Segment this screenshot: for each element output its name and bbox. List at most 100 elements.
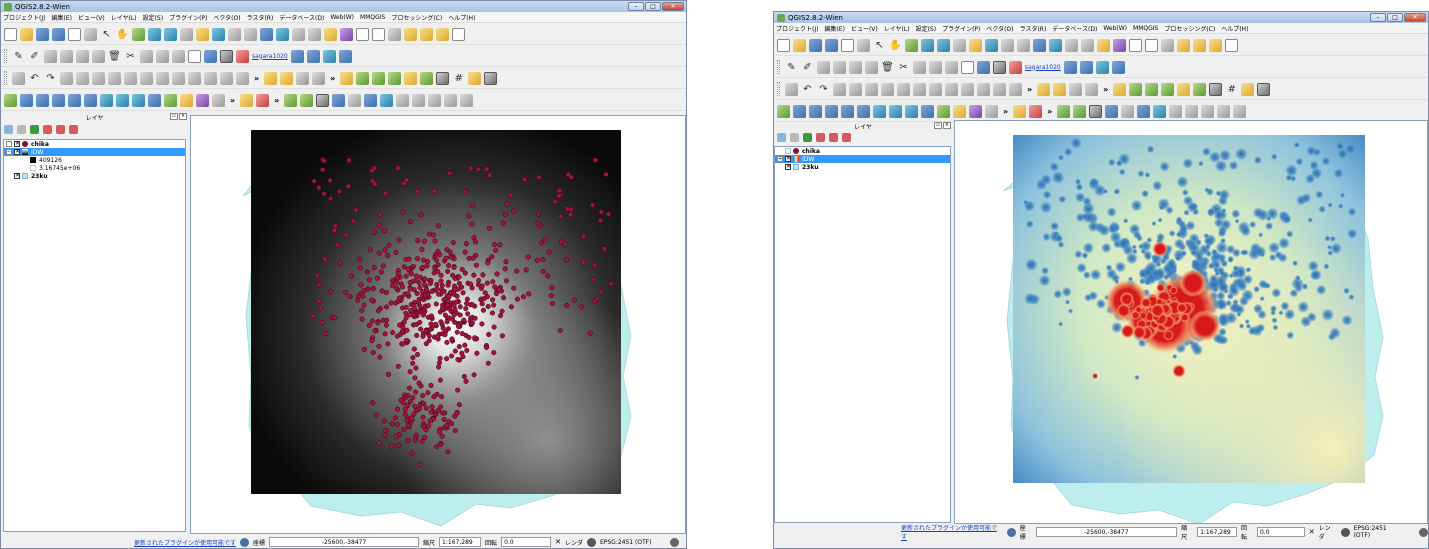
menu-edit[interactable]: 編集(E): [51, 13, 71, 22]
collapse-all-icon[interactable]: [56, 125, 65, 134]
processing-model-icon[interactable]: [1073, 104, 1087, 118]
menu-plugins[interactable]: プラグイン(P): [169, 13, 207, 22]
menu-raster[interactable]: ラスタ(R): [247, 13, 274, 22]
minimize-button[interactable]: –: [628, 2, 644, 11]
sagara-plugin-link[interactable]: sagara1020: [252, 53, 288, 60]
expand-all-icon[interactable]: [816, 133, 825, 142]
graph-icon[interactable]: [340, 71, 354, 85]
save-edits-icon[interactable]: [817, 60, 830, 74]
pan-icon[interactable]: ✋: [116, 28, 129, 41]
crs-globe-icon[interactable]: [586, 537, 596, 547]
grid-icon[interactable]: #: [452, 72, 465, 85]
pan-to-selection-icon[interactable]: ↖: [100, 28, 113, 41]
pin-label-icon[interactable]: [280, 71, 294, 85]
minimize-button[interactable]: –: [1370, 13, 1386, 22]
plugin-update-link[interactable]: 更新されたプラグインが使用可能です: [134, 538, 236, 547]
add-wms-icon[interactable]: [873, 104, 886, 118]
processing-toolbox-icon[interactable]: [1057, 104, 1071, 118]
expression-icon[interactable]: [1113, 38, 1126, 52]
menu-project[interactable]: プロジェクト(J): [3, 13, 45, 22]
pin-icon[interactable]: [1241, 82, 1255, 96]
history-icon[interactable]: [316, 93, 330, 107]
save-edits-icon[interactable]: [44, 49, 57, 63]
grid-icon[interactable]: #: [1225, 83, 1238, 96]
pin-label-icon[interactable]: [1053, 82, 1067, 96]
rotate-symbol-icon[interactable]: [236, 71, 249, 85]
layer-checkbox[interactable]: ✕: [785, 164, 791, 170]
raster-clip-icon[interactable]: [444, 93, 458, 107]
collapse-all-icon[interactable]: [829, 133, 838, 142]
plugin-manager-icon[interactable]: [1029, 104, 1043, 118]
zoom-next-icon[interactable]: [1017, 38, 1030, 52]
plugin-a-icon[interactable]: [204, 49, 217, 63]
expand-toggle[interactable]: [6, 141, 12, 147]
menu-vector[interactable]: ベクタ(O): [213, 13, 240, 22]
coord-field[interactable]: -25600,-38477: [1035, 527, 1178, 537]
composer-manager-icon[interactable]: [84, 27, 97, 41]
graph-2-icon[interactable]: [356, 71, 370, 85]
upload-icon[interactable]: [1079, 60, 1093, 74]
add-raster-icon[interactable]: [793, 104, 806, 118]
toolbar-overflow-icon[interactable]: »: [1003, 107, 1008, 116]
menu-view[interactable]: ビュー(V): [851, 24, 878, 33]
plugin-update-icon[interactable]: [1006, 527, 1016, 537]
label-tool-icon[interactable]: [264, 71, 278, 85]
undo-icon[interactable]: ↶: [801, 83, 814, 96]
edit-pencil-icon[interactable]: ✎: [12, 50, 25, 63]
expression-icon[interactable]: [340, 27, 353, 41]
scale-combo[interactable]: 1:167,289: [439, 537, 482, 547]
add-oracle-icon[interactable]: [857, 104, 870, 118]
pin-icon[interactable]: [468, 71, 482, 85]
options-icon[interactable]: [1121, 104, 1135, 118]
zoom-full-icon[interactable]: [180, 27, 193, 41]
toolbar-overflow-icon[interactable]: »: [274, 96, 279, 105]
sync-icon[interactable]: [1095, 60, 1109, 74]
undo-icon[interactable]: ↶: [28, 72, 41, 85]
sagara-plugin-link[interactable]: sagara1020: [1025, 64, 1061, 71]
maximize-button[interactable]: □: [645, 2, 661, 11]
show-label-icon[interactable]: [1069, 82, 1083, 96]
raster-info-icon[interactable]: [1185, 104, 1199, 118]
processing-toolbox-icon[interactable]: [284, 93, 298, 107]
attribute-table-icon[interactable]: [356, 27, 369, 41]
messages-icon[interactable]: [1419, 527, 1428, 537]
menu-edit[interactable]: 編集(E): [824, 24, 844, 33]
remove-layer-icon[interactable]: [69, 125, 78, 134]
float-panel-button[interactable]: ▫: [170, 113, 178, 120]
save-as-icon[interactable]: [825, 38, 838, 52]
chart-2-icon[interactable]: [388, 71, 402, 85]
move-label-icon[interactable]: [1085, 82, 1099, 96]
toolbar-grip[interactable]: [777, 60, 780, 74]
messages-icon[interactable]: [669, 537, 679, 547]
redo-icon[interactable]: ↷: [44, 72, 57, 85]
identify-icon[interactable]: [276, 27, 289, 41]
add-vector-icon[interactable]: [4, 93, 17, 107]
field-calc-icon[interactable]: [1097, 38, 1110, 52]
print-composer-icon[interactable]: [841, 38, 854, 52]
menu-project[interactable]: プロジェクト(J): [776, 24, 818, 33]
close-button[interactable]: ✕: [662, 2, 684, 11]
refresh-icon[interactable]: [1033, 38, 1046, 52]
zoom-out-icon[interactable]: [164, 27, 177, 41]
expand-toggle[interactable]: [777, 164, 783, 170]
raster-info-icon[interactable]: [412, 93, 426, 107]
menu-web[interactable]: Web(W): [1103, 25, 1127, 32]
zoom-next-icon[interactable]: [244, 27, 257, 41]
raster-merge-icon[interactable]: [1201, 104, 1215, 118]
new-layer-icon[interactable]: [164, 93, 177, 107]
measure-icon[interactable]: [388, 27, 401, 41]
split-icon[interactable]: [204, 71, 217, 85]
add-layer-icon[interactable]: [420, 71, 434, 85]
redo-icon[interactable]: ↷: [817, 83, 830, 96]
zoom-layer-icon[interactable]: [212, 27, 225, 41]
menu-help[interactable]: ヘルプ(H): [1221, 24, 1248, 33]
close-button[interactable]: ✕: [1404, 13, 1426, 22]
menu-mmqgis[interactable]: MMQGIS: [360, 14, 385, 21]
statistics-icon[interactable]: [1145, 38, 1158, 52]
map-canvas[interactable]: [954, 120, 1428, 524]
menu-vector[interactable]: ベクタ(O): [986, 24, 1013, 33]
add-mssql-icon[interactable]: [841, 104, 854, 118]
crs-globe-icon[interactable]: [1340, 527, 1350, 537]
merge-icon[interactable]: [993, 82, 1006, 96]
save-as-icon[interactable]: [52, 27, 65, 41]
